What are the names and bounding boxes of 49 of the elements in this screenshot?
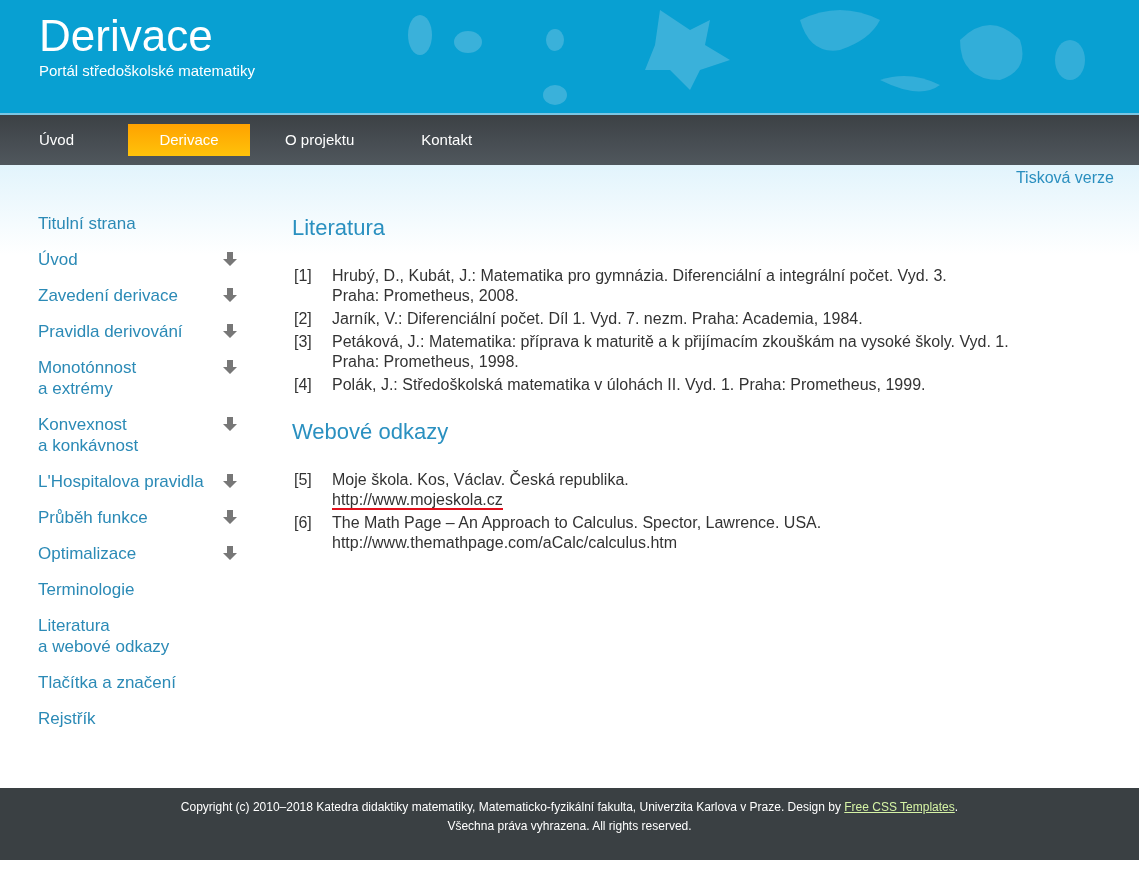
section-heading: Webové odkazy xyxy=(292,419,450,445)
down-arrow-icon[interactable] xyxy=(222,416,238,432)
site-title: Derivace xyxy=(39,10,213,60)
reference-number: [2] xyxy=(293,309,313,329)
down-arrow-icon[interactable] xyxy=(222,287,238,303)
sidebar-link[interactable]: Optimalizace xyxy=(38,543,137,564)
section-heading: Literatura xyxy=(292,215,386,241)
reference-text: Praha: Prometheus, 1998. xyxy=(332,352,520,372)
reference-text: Hrubý, D., Kubát, J.: Matematika pro gymnázia. Diferenciální a integrální počet. Vyd. 3. xyxy=(332,266,947,286)
site-subtitle: Portál středoškolské matematiky xyxy=(39,62,256,79)
reference-number: [6] xyxy=(293,513,313,533)
reference-text: Praha: Prometheus, 2008. xyxy=(332,286,520,306)
rights-text: Všechna práva vyhrazena. All rights reserved. xyxy=(446,818,693,835)
nav-tab[interactable]: Kontakt xyxy=(403,124,491,156)
sidebar-link[interactable]: Pravidla derivování xyxy=(38,321,183,342)
reference-text: Petáková, J.: Matematika: příprava k maturitě a k přijímacím zkouškám na vysoké školy. Vyd. 1. xyxy=(332,332,1009,352)
sidebar-link[interactable]: Literatura a webové odkazy xyxy=(38,615,170,657)
reference-url: http://www.themathpage.com/aCalc/calculus.htm xyxy=(332,534,678,551)
sidebar-link[interactable]: Rejstřík xyxy=(38,708,96,729)
reference-number: [1] xyxy=(293,266,313,286)
sidebar-link[interactable]: Zavedení derivace xyxy=(38,285,178,306)
print-version-link[interactable]: Tisková verze xyxy=(1015,169,1114,187)
sidebar-link[interactable]: Monotónnost a extrémy xyxy=(38,357,137,399)
copyright-text: Copyright (c) 2010–2018 Katedra didaktiky matematiky, Matematicko-fyzikální fakulta, Univerzita Karlova v Praze. Design by xyxy=(180,800,841,814)
nav-tab[interactable]: Úvod xyxy=(21,124,93,156)
reference-text: Jarník, V.: Diferenciální počet. Díl 1. Vyd. 7. nezm. Praha: Academia, 1984. xyxy=(332,309,863,329)
reference-text: Polák, J.: Středoškolská matematika v úlohách II. Vyd. 1. Praha: Prometheus, 1999. xyxy=(332,375,926,395)
down-arrow-icon[interactable] xyxy=(222,251,238,267)
down-arrow-icon[interactable] xyxy=(222,509,238,525)
sidebar-link[interactable]: Titulní strana xyxy=(38,213,136,234)
reference-text: Moje škola. Kos, Václav. Česká republika. xyxy=(332,470,629,490)
sidebar-link[interactable]: Tlačítka a značení xyxy=(38,672,176,693)
reference-number: [4] xyxy=(293,375,313,395)
sidebar-link[interactable]: Průběh funkce xyxy=(38,507,148,528)
down-arrow-icon[interactable] xyxy=(222,545,238,561)
reference-number: [5] xyxy=(293,470,313,490)
sidebar-link[interactable]: L'Hospitalova pravidla xyxy=(38,471,204,492)
down-arrow-icon[interactable] xyxy=(222,359,238,375)
reference-number: [3] xyxy=(293,332,313,352)
sidebar-link[interactable]: Terminologie xyxy=(38,579,135,600)
sidebar-link[interactable]: Konvexnost a konkávnost xyxy=(38,414,139,456)
down-arrow-icon[interactable] xyxy=(222,473,238,489)
nav-tab[interactable]: O projektu xyxy=(267,124,373,156)
down-arrow-icon[interactable] xyxy=(222,323,238,339)
reference-text: The Math Page – An Approach to Calculus. Spector, Lawrence. USA. xyxy=(332,513,822,533)
footer-link[interactable]: Free CSS Templates xyxy=(844,800,955,814)
reference-url: http://www.mojeskola.cz xyxy=(332,491,503,510)
sidebar-link[interactable]: Úvod xyxy=(38,249,78,270)
footer-period: . xyxy=(954,800,959,814)
